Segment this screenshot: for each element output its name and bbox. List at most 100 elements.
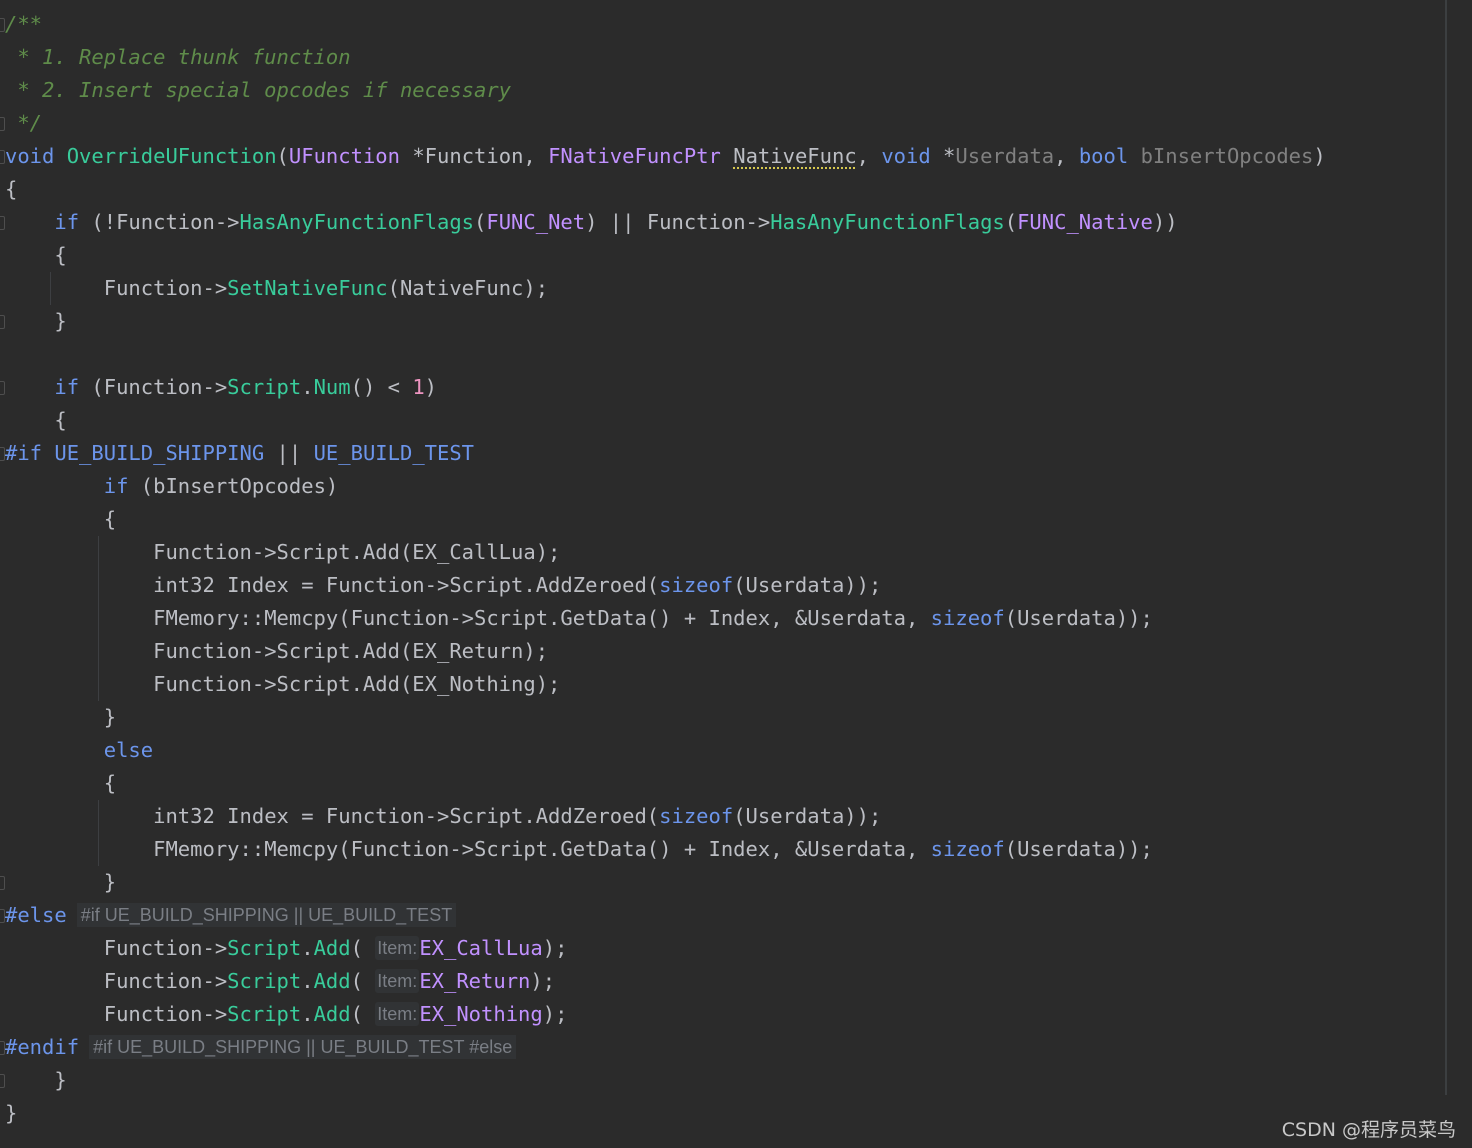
field-access: Script: [227, 969, 302, 993]
code-line-9: Function->SetNativeFunc(NativeFunc);: [5, 272, 548, 305]
code-line-6: {: [5, 173, 17, 206]
field-access: Script: [227, 1002, 302, 1026]
brace: }: [103, 870, 117, 894]
field-access: Script: [227, 375, 302, 399]
code-line-20: Function->Script.Add(EX_Return);: [5, 635, 548, 668]
preprocessor-else: #else: [5, 903, 67, 927]
code-line-8: {: [5, 239, 67, 272]
code-line-33: }: [5, 1064, 67, 1097]
brace: {: [5, 177, 18, 201]
code-line-34: }: [5, 1097, 17, 1130]
brace: {: [54, 243, 67, 267]
macro: UE_BUILD_SHIPPING: [54, 441, 265, 465]
code-text: (Function->: [79, 375, 228, 399]
code-text: (Userdata));: [733, 573, 882, 597]
code-text: )): [1152, 210, 1178, 234]
code-text: FMemory::Memcpy(Function->Script.GetData…: [153, 606, 931, 630]
comment-line: * 1. Replace thunk function: [5, 45, 351, 69]
keyword-if: if: [54, 375, 80, 399]
brace: }: [103, 705, 117, 729]
code-text: Function->Script.Add(EX_Return);: [153, 639, 549, 663]
code-text: (NativeFunc);: [387, 276, 549, 300]
right-margin-guide: [1445, 0, 1447, 1095]
code-line-12: if (Function->Script.Num() < 1): [5, 371, 437, 404]
code-text: (Userdata));: [733, 804, 882, 828]
param-type: bool: [1078, 144, 1129, 168]
code-text: int32 Index = Function->Script.AddZeroed…: [153, 573, 660, 597]
code-line-23: else: [5, 734, 153, 767]
code-editor[interactable]: /** * 1. Replace thunk function * 2. Ins…: [0, 0, 1472, 1148]
preprocessor-hint: #if UE_BUILD_SHIPPING || UE_BUILD_TEST #…: [89, 1035, 517, 1059]
code-line-28: #else #if UE_BUILD_SHIPPING || UE_BUILD_T…: [5, 899, 457, 932]
code-line-16: {: [5, 503, 116, 536]
code-line-29: Function->Script.Add( Item:EX_CallLua);: [5, 932, 567, 965]
code-text: (!Function->: [79, 210, 240, 234]
code-line-13: {: [5, 404, 66, 437]
code-line-14: #if UE_BUILD_SHIPPING || UE_BUILD_TEST: [5, 437, 474, 470]
comment-line: * 2. Insert special opcodes if necessary: [5, 78, 512, 102]
code-text: Function->Script.Add(EX_Nothing);: [153, 672, 561, 696]
code-text: Function->: [103, 969, 228, 993]
param-name-unused: Userdata: [955, 144, 1055, 168]
code-line-24: {: [5, 767, 116, 800]
code-text: ): [424, 375, 438, 399]
code-text: () <: [350, 375, 413, 399]
brace: }: [5, 1101, 18, 1125]
macro: FUNC_Native: [1017, 210, 1153, 234]
brace: }: [54, 1068, 67, 1092]
code-text: );: [542, 1002, 568, 1026]
code-line-26: FMemory::Memcpy(Function->Script.GetData…: [5, 833, 1153, 866]
method-call: HasAnyFunctionFlags: [239, 210, 475, 234]
code-line-3: * 2. Insert special opcodes if necessary: [5, 74, 511, 107]
keyword-sizeof: sizeof: [659, 573, 734, 597]
param-type: FNativeFuncPtr: [548, 144, 721, 168]
code-text: (: [350, 1002, 363, 1026]
code-line-30: Function->Script.Add( Item:EX_Return);: [5, 965, 555, 998]
param-name: *Function,: [399, 144, 549, 168]
code-text: (bInsertOpcodes): [128, 474, 339, 498]
brace: {: [103, 507, 117, 531]
code-text: ) || Function->: [585, 210, 771, 234]
enum-value: EX_Return: [419, 969, 531, 993]
code-line-32: #endif #if UE_BUILD_SHIPPING || UE_BUILD_…: [5, 1031, 517, 1064]
code-text: Function->: [103, 276, 228, 300]
enum-value: EX_CallLua: [419, 936, 543, 960]
enum-value: EX_Nothing: [419, 1002, 543, 1026]
code-text: ||: [264, 441, 314, 465]
code-text: (: [474, 210, 487, 234]
number-literal: 1: [412, 375, 425, 399]
keyword-else: else: [103, 738, 154, 762]
keyword-sizeof: sizeof: [659, 804, 734, 828]
code-line-22: }: [5, 701, 116, 734]
keyword-if: if: [54, 210, 80, 234]
comment-open: /**: [5, 12, 43, 36]
code-text: Function->Script.Add(EX_CallLua);: [153, 540, 561, 564]
code-text: );: [530, 969, 556, 993]
return-type: void: [5, 144, 55, 168]
method-call: Add: [313, 1002, 351, 1026]
code-text: FMemory::Memcpy(Function->Script.GetData…: [153, 837, 931, 861]
method-call: Add: [313, 936, 351, 960]
code-line-25: int32 Index = Function->Script.AddZeroed…: [5, 800, 881, 833]
code-line-19: FMemory::Memcpy(Function->Script.GetData…: [5, 602, 1153, 635]
separator: ,: [1054, 144, 1079, 168]
brace: {: [103, 771, 117, 795]
code-line-2: * 1. Replace thunk function: [5, 41, 351, 74]
param-name-underlined: NativeFunc: [733, 144, 857, 168]
method-call: Add: [313, 969, 351, 993]
